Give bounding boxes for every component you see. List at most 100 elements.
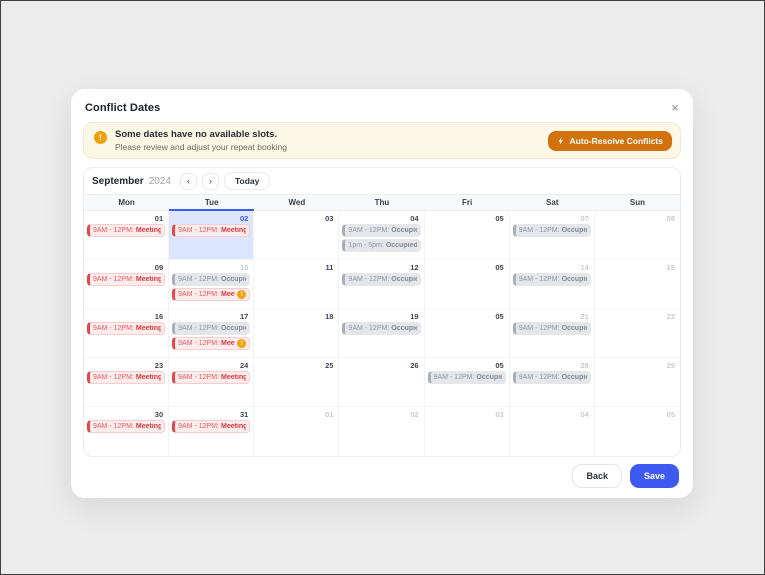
event-chip-occupied[interactable]: 9AM - 12PM:Occupied xyxy=(427,371,506,384)
event-chip-conflict[interactable]: 9AM - 12PM:Meeting r... xyxy=(87,224,166,237)
event-chip-conflict[interactable]: 9AM - 12PM:Meeting r... xyxy=(172,371,251,384)
event-chip-occupied[interactable]: 9AM - 12PM:Occupied xyxy=(172,322,251,335)
event-chip-conflict[interactable]: 9AM - 12PM:Meeting r... xyxy=(87,273,166,286)
event-time: 9AM - 12PM: xyxy=(178,276,219,283)
calendar-cell[interactable]: 03 xyxy=(425,407,510,456)
alert-title: Some dates have no available slots. xyxy=(115,129,278,140)
calendar-cell[interactable]: 05 xyxy=(595,407,680,456)
event-chip-occupied[interactable]: 9AM - 12PM:Occupied xyxy=(342,224,421,237)
date-number: 26 xyxy=(410,361,419,370)
calendar-cell[interactable]: 01 xyxy=(254,407,340,456)
calendar-cell[interactable]: 309AM - 12PM:Meeting r... xyxy=(84,407,170,456)
calendar-cell[interactable]: 11 xyxy=(254,260,340,309)
event-chip-conflict[interactable]: 9AM - 12PM:Meeting r... xyxy=(87,420,166,433)
calendar-cell[interactable]: 08 xyxy=(594,211,680,260)
event-chip-conflict[interactable]: 9AM - 12PM:Meet...! xyxy=(172,288,251,301)
event-chip-conflict[interactable]: 9AM - 12PM:Meeting r... xyxy=(87,322,166,335)
calendar-cell[interactable]: 04 xyxy=(510,407,595,456)
prev-month-button[interactable]: ‹ xyxy=(179,172,197,190)
alert-subtitle: Please review and adjust your repeat boo… xyxy=(115,142,287,152)
alert-text: Some dates have no available slots. Plea… xyxy=(115,129,287,152)
close-icon[interactable]: × xyxy=(671,101,679,114)
today-button[interactable]: Today xyxy=(223,172,271,190)
event-title: Meeting r... xyxy=(221,423,247,430)
calendar-cell[interactable]: 02 xyxy=(339,407,425,456)
calendar-cell[interactable]: 05 xyxy=(424,260,510,309)
calendar-grid: 019AM - 12PM:Meeting r...029AM - 12PM:Me… xyxy=(84,211,680,456)
calendar-cell[interactable]: 029AM - 12PM:Meeting r... xyxy=(169,211,255,260)
calendar-cell[interactable]: 03 xyxy=(254,211,340,260)
calendar-cell[interactable]: 109AM - 12PM:Occupied9AM - 12PM:Meet...! xyxy=(169,260,255,309)
event-chip-occupied[interactable]: 1pm - 5pm: Occupied xyxy=(342,239,421,252)
event-title: Occupied xyxy=(391,276,416,283)
calendar-cell[interactable]: 15 xyxy=(594,260,680,309)
date-number: 08 xyxy=(666,214,675,223)
calendar-cell[interactable]: 179AM - 12PM:Occupied9AM - 12PM:Meet...! xyxy=(169,309,255,358)
event-title: Occupied xyxy=(391,227,416,234)
calendar-cell[interactable]: 099AM - 12PM:Meeting r... xyxy=(84,260,170,309)
calendar-cell[interactable]: 059AM - 12PM:Occupied xyxy=(424,358,510,407)
event-time: 9AM - 12PM: xyxy=(518,325,560,332)
event-time: 9AM - 12PM: xyxy=(93,276,134,283)
date-number: 23 xyxy=(154,361,164,370)
event-time: 9AM - 12PM: xyxy=(93,227,134,234)
event-chip-occupied[interactable]: 9AM - 12PM:Occupied xyxy=(512,322,591,335)
event-title: Meeting r... xyxy=(135,227,162,234)
next-month-button[interactable]: › xyxy=(201,172,219,190)
event-title: Meet... xyxy=(221,340,235,347)
event-chip-occupied[interactable]: 9AM - 12PM:Occupied xyxy=(512,224,591,237)
alert-warning-icon: ! xyxy=(94,131,107,144)
date-number: 15 xyxy=(666,263,675,272)
weekday-label-mon: Mon xyxy=(118,198,135,207)
weekday-header-row: Mon Tue Wed Thu Fri Sat Sun xyxy=(84,194,680,211)
calendar-cell[interactable]: 05 xyxy=(424,309,510,358)
event-chip-conflict[interactable]: 9AM - 12PM:Meeting r... xyxy=(172,224,251,237)
calendar-cell[interactable]: 29 xyxy=(594,358,680,407)
calendar-cell[interactable]: 22 xyxy=(594,309,680,358)
event-chip-conflict[interactable]: 9AM - 12PM:Meeting r... xyxy=(87,371,166,384)
date-number: 02 xyxy=(239,214,249,223)
weekday-label-tue: Tue xyxy=(169,195,255,211)
calendar-cell[interactable]: 249AM - 12PM:Meeting r... xyxy=(169,358,255,407)
calendar-cell[interactable]: 049AM - 12PM:Occupied 1pm - 5pm:Occupied xyxy=(339,211,425,260)
weekday-label-sun: Sun xyxy=(629,198,645,207)
calendar-cell[interactable]: 05 xyxy=(424,211,510,260)
date-number: 04 xyxy=(410,214,419,223)
event-chip-occupied[interactable]: 9AM - 12PM:Occupied xyxy=(172,273,251,286)
event-chip-conflict[interactable]: 9AM - 12PM:Meet...! xyxy=(172,337,251,350)
event-time: 9AM - 12PM: xyxy=(178,423,219,430)
calendar-cell[interactable]: 18 xyxy=(254,309,340,358)
save-button[interactable]: Save xyxy=(629,464,679,488)
event-chip-occupied[interactable]: 9AM - 12PM:Occupied xyxy=(342,273,421,286)
event-title: Meeting r... xyxy=(221,374,247,381)
calendar-cell[interactable]: 26 xyxy=(339,358,425,407)
event-title: Occupied xyxy=(385,242,417,249)
calendar-cell[interactable]: 239AM - 12PM:Meeting r... xyxy=(84,358,170,407)
calendar-cell[interactable]: 319AM - 12PM:Meeting r... xyxy=(169,407,255,456)
calendar-cell[interactable]: 199AM - 12PM:Occupied xyxy=(339,309,425,358)
calendar-cell[interactable]: 169AM - 12PM:Meeting r... xyxy=(84,309,170,358)
event-chip-occupied[interactable]: 9AM - 12PM:Occupied xyxy=(342,322,421,335)
calendar-cell[interactable]: 25 xyxy=(254,358,340,407)
back-button[interactable]: Back xyxy=(572,464,622,488)
calendar-cell[interactable]: 149AM - 12PM:Occupied xyxy=(509,260,595,309)
calendar-cell[interactable]: 129AM - 12PM:Occupied xyxy=(339,260,425,309)
weekday-label-wed: Wed xyxy=(288,198,306,207)
date-number: 21 xyxy=(580,312,589,321)
auto-resolve-button[interactable]: Auto-Resolve Conflicts xyxy=(548,130,672,151)
date-number: 30 xyxy=(154,410,164,419)
calendar-cell[interactable]: 219AM - 12PM:Occupied xyxy=(509,309,595,358)
event-chip-conflict[interactable]: 9AM - 12PM:Meeting r... xyxy=(172,420,251,433)
weekday-label-fri: Fri xyxy=(462,198,473,207)
calendar-cell[interactable]: 079AM - 12PM:Occupied xyxy=(509,211,595,260)
event-chip-occupied[interactable]: 9AM - 12PM:Occupied xyxy=(512,273,591,286)
event-time: 9AM - 12PM: xyxy=(178,227,219,234)
calendar-cell[interactable]: 289AM - 12PM:Occupied xyxy=(509,358,595,407)
event-time: 9AM - 12PM: xyxy=(93,423,134,430)
event-time: 9AM - 12PM: xyxy=(93,374,134,381)
calendar-cell[interactable]: 019AM - 12PM:Meeting r... xyxy=(84,211,170,260)
event-time: 9AM - 12PM: xyxy=(178,325,219,332)
event-time: 9AM - 12PM: xyxy=(178,291,219,298)
event-title: Occupied xyxy=(561,276,587,283)
event-chip-occupied[interactable]: 9AM - 12PM:Occupied xyxy=(512,371,591,384)
